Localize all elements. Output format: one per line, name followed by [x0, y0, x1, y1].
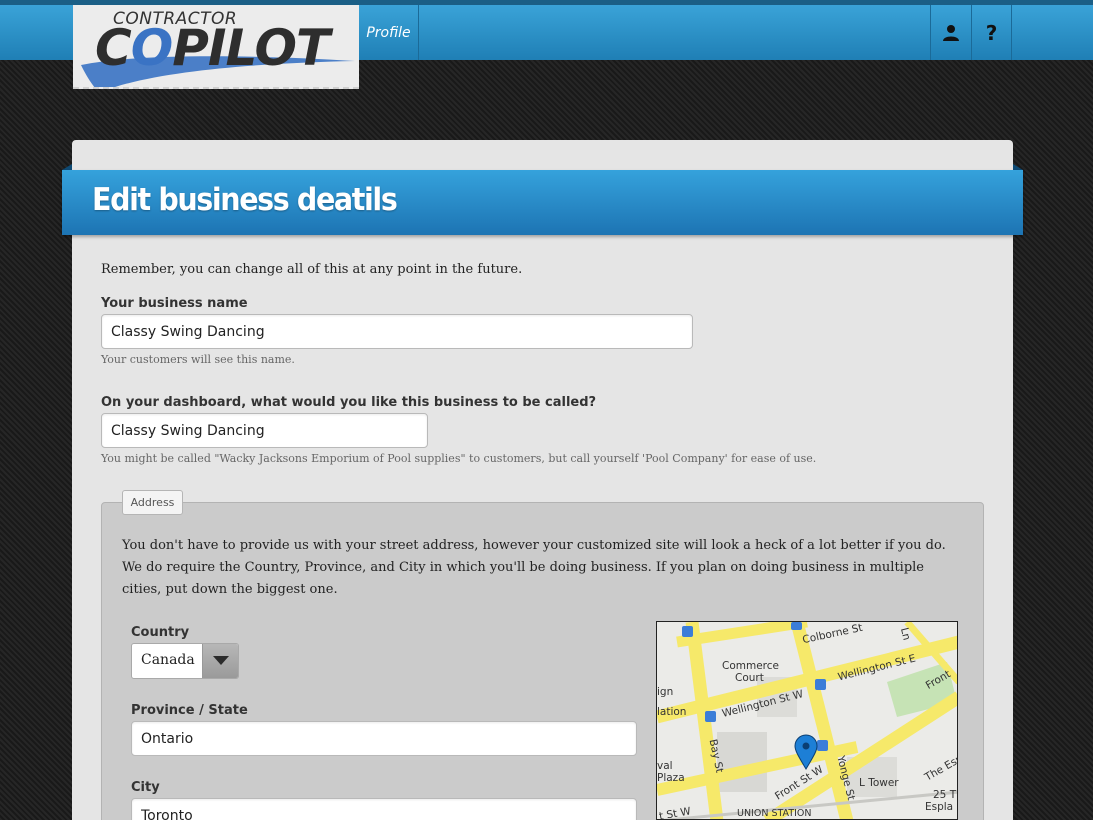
map-label-espla: Espla	[925, 801, 954, 813]
business-name-input[interactable]	[101, 314, 693, 349]
dashboard-name-hint: You might be called "Wacky Jacksons Empo…	[101, 452, 817, 465]
dashboard-name-label: On your dashboard, what would you like t…	[101, 395, 597, 410]
user-icon[interactable]	[930, 5, 971, 60]
map-label-plaza: Plaza	[657, 772, 685, 784]
map-label-court: Court	[735, 672, 764, 684]
chevron-down-icon[interactable]	[202, 644, 238, 678]
business-name-label: Your business name	[101, 296, 248, 311]
city-input[interactable]	[131, 798, 637, 820]
contractor-copilot-logo[interactable]: CONTRACTOR COPILOT	[73, 5, 359, 89]
map-label-union-station: UNION STATION	[737, 808, 812, 819]
map-label-commerce: Commerce	[722, 660, 779, 672]
country-select[interactable]: Canada	[131, 643, 239, 679]
address-legend: Address	[122, 490, 183, 515]
user-icon-glyph	[943, 24, 959, 41]
map-label-l-tower: L Tower	[859, 777, 899, 789]
country-select-value: Canada	[141, 652, 195, 668]
dashboard-name-input[interactable]	[101, 413, 428, 448]
map-label-val: val	[657, 760, 673, 772]
province-label: Province / State	[131, 703, 248, 718]
address-description: You don't have to provide us with your s…	[122, 538, 946, 597]
map-label-25: 25 Th	[933, 789, 957, 801]
nav-profile-link[interactable]: Profile	[359, 5, 419, 60]
province-input[interactable]	[131, 721, 637, 756]
map-label-lation: lation	[657, 706, 687, 718]
page-title: Edit business deatils	[92, 182, 398, 218]
country-label: Country	[131, 625, 190, 640]
logo-copilot-text: COPILOT	[95, 19, 330, 77]
map-label-ign: ign	[657, 686, 674, 698]
intro-text: Remember, you can change all of this at …	[101, 262, 523, 277]
location-map[interactable]: Colborne St Commerce Court Wellington St…	[656, 621, 958, 820]
help-icon[interactable]: ?	[971, 5, 1012, 60]
business-name-hint: Your customers will see this name.	[101, 353, 295, 366]
city-label: City	[131, 780, 160, 795]
